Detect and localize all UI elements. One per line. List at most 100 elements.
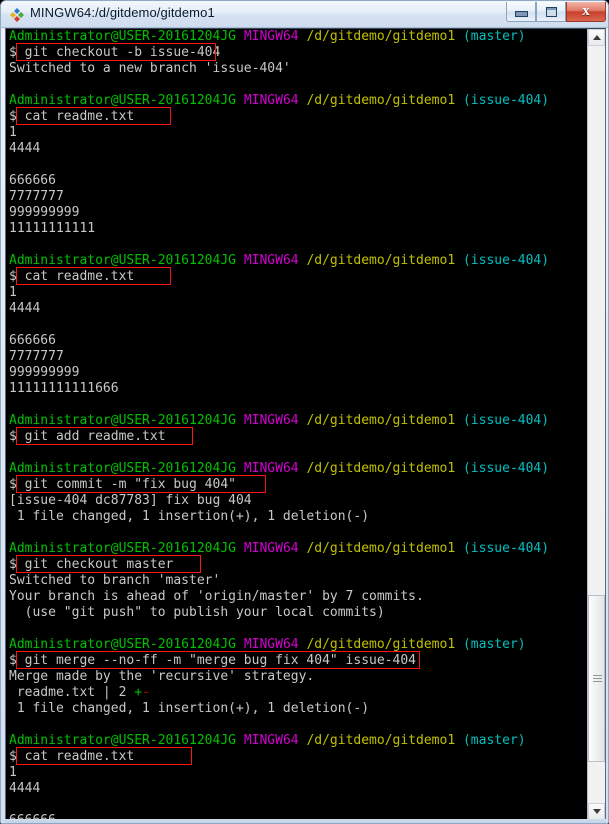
terminal-prompt-line: Administrator@USER-20161204JG MINGW64 /d…	[9, 541, 588, 557]
terminal-prompt-line: Administrator@USER-20161204JG MINGW64 /d…	[9, 637, 588, 653]
terminal-command-line[interactable]: $ git checkout master	[9, 555, 588, 573]
output-text: 1 file changed, 1 insertion(+), 1 deleti…	[9, 701, 370, 716]
terminal-prompt-line: Administrator@USER-20161204JG MINGW64 /d…	[9, 413, 588, 429]
terminal-prompt-line: Administrator@USER-20161204JG MINGW64 /d…	[9, 29, 588, 45]
window-title: MINGW64:/d/gitdemo/gitdemo1	[30, 5, 215, 20]
command-text: $ cat readme.txt	[9, 109, 135, 124]
terminal-prompt-line: Administrator@USER-20161204JG MINGW64 /d…	[9, 93, 588, 109]
output-text: 11111111111666	[9, 381, 119, 396]
terminal-scrollbar[interactable]	[587, 29, 605, 820]
terminal-command-line[interactable]: $ cat readme.txt	[9, 747, 588, 765]
prompt-branch: (issue-404)	[462, 413, 550, 428]
terminal-window: MINGW64:/d/gitdemo/gitdemo1 x Administra…	[0, 0, 609, 824]
prompt-branch: (issue-404)	[462, 253, 550, 268]
output-text: 666666	[9, 173, 56, 188]
output-text: 4444	[9, 301, 41, 316]
scroll-up-arrow[interactable]	[588, 29, 605, 46]
command-text: $ git checkout -b issue-404	[9, 45, 221, 60]
scroll-thumb[interactable]	[588, 595, 605, 762]
git-bash-icon	[9, 7, 25, 23]
terminal-command-line[interactable]: $ git commit -m "fix bug 404"	[9, 475, 588, 493]
prompt-path: /d/gitdemo/gitdemo1	[306, 413, 456, 428]
prompt-user: Administrator@USER-20161204JG	[9, 413, 236, 428]
terminal-output[interactable]: Administrator@USER-20161204JG MINGW64 /d…	[6, 29, 588, 820]
title-bar[interactable]: MINGW64:/d/gitdemo/gitdemo1 x	[1, 1, 608, 28]
terminal-command-line[interactable]: $ cat readme.txt	[9, 267, 588, 285]
prompt-path: /d/gitdemo/gitdemo1	[306, 733, 456, 748]
command-text: $ git add readme.txt	[9, 429, 166, 444]
terminal-command-line[interactable]: $ cat readme.txt	[9, 107, 588, 125]
diffstat-plus: +	[134, 685, 143, 700]
output-text: 7777777	[9, 349, 64, 364]
prompt-path: /d/gitdemo/gitdemo1	[306, 253, 456, 268]
command-text: $ git checkout master	[9, 557, 174, 572]
prompt-user: Administrator@USER-20161204JG	[9, 253, 236, 268]
close-icon: x	[582, 3, 590, 19]
prompt-path: /d/gitdemo/gitdemo1	[306, 541, 456, 556]
terminal-diffstat-line: readme.txt | 2 +-	[9, 685, 588, 701]
prompt-user: Administrator@USER-20161204JG	[9, 93, 236, 108]
output-text: 999999999	[9, 205, 80, 220]
output-text: 1	[9, 125, 17, 140]
command-text: $ cat readme.txt	[9, 749, 135, 764]
prompt-host: MINGW64	[243, 253, 299, 268]
prompt-host: MINGW64	[243, 29, 299, 44]
prompt-path: /d/gitdemo/gitdemo1	[306, 29, 456, 44]
terminal-output-line: (use "git push" to publish your local co…	[9, 605, 588, 621]
command-text: $ git commit -m "fix bug 404"	[9, 477, 236, 492]
output-text: Your branch is ahead of 'origin/master' …	[9, 589, 424, 604]
output-text: 7777777	[9, 189, 64, 204]
close-button[interactable]: x	[566, 2, 606, 22]
prompt-user: Administrator@USER-20161204JG	[9, 541, 236, 556]
terminal-output-line: 1	[9, 285, 588, 301]
output-text: 1	[9, 285, 17, 300]
terminal-prompt-line: Administrator@USER-20161204JG MINGW64 /d…	[9, 733, 588, 749]
minimize-button[interactable]	[506, 2, 536, 22]
minimize-icon	[514, 11, 528, 17]
maximize-button[interactable]	[536, 2, 566, 22]
terminal-output-line: Switched to a new branch 'issue-404'	[9, 61, 588, 77]
terminal-client-area: Administrator@USER-20161204JG MINGW64 /d…	[5, 28, 606, 821]
output-text: Switched to branch 'master'	[9, 573, 221, 588]
output-text: 4444	[9, 141, 41, 156]
prompt-branch: (issue-404)	[462, 93, 550, 108]
prompt-host: MINGW64	[243, 413, 299, 428]
terminal-prompt-line: Administrator@USER-20161204JG MINGW64 /d…	[9, 253, 588, 269]
output-text: 1	[9, 765, 17, 780]
output-text: Merge made by the 'recursive' strategy.	[9, 669, 315, 684]
prompt-branch: (master)	[462, 637, 526, 652]
prompt-branch: (master)	[462, 29, 526, 44]
terminal-output-line: 666666	[9, 333, 588, 349]
terminal-output-line: 999999999	[9, 205, 588, 221]
terminal-output-line: 11111111111	[9, 221, 588, 237]
terminal-command-line[interactable]: $ git checkout -b issue-404	[9, 43, 588, 61]
terminal-output-line: 4444	[9, 301, 588, 317]
scroll-grip-icon	[593, 674, 602, 683]
prompt-host: MINGW64	[243, 733, 299, 748]
prompt-path: /d/gitdemo/gitdemo1	[306, 637, 456, 652]
window-bottom-edge	[5, 819, 606, 823]
output-text: Switched to a new branch 'issue-404'	[9, 61, 291, 76]
prompt-branch: (master)	[462, 733, 526, 748]
maximize-icon	[545, 6, 557, 17]
output-text: 1 file changed, 1 insertion(+), 1 deleti…	[9, 509, 370, 524]
terminal-output-line: 7777777	[9, 349, 588, 365]
output-text: [issue-404 dc87783] fix bug 404	[9, 493, 252, 508]
output-text: 4444	[9, 781, 41, 796]
prompt-user: Administrator@USER-20161204JG	[9, 637, 236, 652]
terminal-output-line: Merge made by the 'recursive' strategy.	[9, 669, 588, 685]
terminal-output-line: 4444	[9, 781, 588, 797]
prompt-host: MINGW64	[243, 541, 299, 556]
terminal-command-line[interactable]: $ git add readme.txt	[9, 427, 588, 445]
scroll-down-arrow[interactable]	[588, 803, 605, 820]
terminal-command-line[interactable]: $ git merge --no-ff -m "merge bug fix 40…	[9, 651, 588, 669]
prompt-branch: (issue-404)	[462, 541, 550, 556]
terminal-output-line: 1 file changed, 1 insertion(+), 1 deleti…	[9, 701, 588, 717]
triangle-up-icon	[592, 35, 601, 40]
triangle-down-icon	[592, 809, 601, 814]
